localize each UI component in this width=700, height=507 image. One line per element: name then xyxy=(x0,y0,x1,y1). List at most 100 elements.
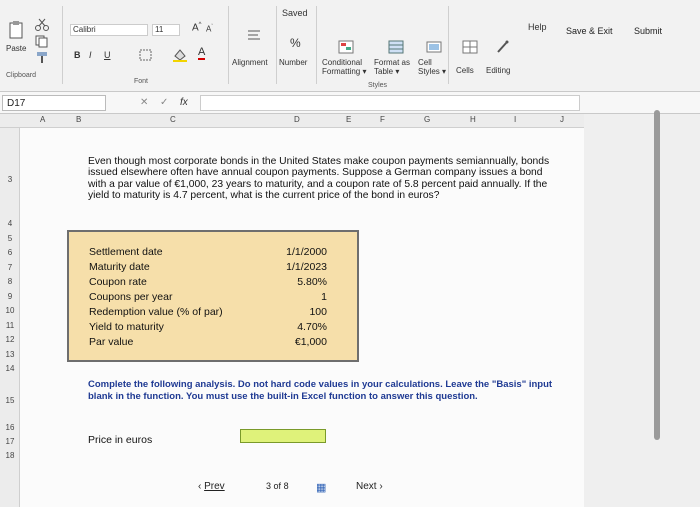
format-as-table-button[interactable]: Format as Table ▾ xyxy=(374,58,410,76)
enter-icon[interactable]: ✓ xyxy=(160,97,168,108)
format-painter-icon[interactable] xyxy=(34,50,50,64)
worksheet-grid[interactable]: A B C D E F G H I J 3 4 5 6 7 8 9 10 11 … xyxy=(0,114,584,507)
input-label: Settlement date xyxy=(89,246,163,258)
row-header[interactable]: 12 xyxy=(0,335,20,344)
formula-bar: D17 ✕ ✓ fx xyxy=(0,92,700,114)
price-answer-cell[interactable] xyxy=(240,429,326,443)
col-header-d[interactable]: D xyxy=(294,115,300,124)
instruction-text: Complete the following analysis. Do not … xyxy=(88,379,553,402)
input-value[interactable]: 5.80% xyxy=(297,276,327,288)
number-button[interactable]: Number xyxy=(279,58,307,67)
input-value[interactable]: €1,000 xyxy=(295,336,327,348)
col-header-g[interactable]: G xyxy=(424,115,430,124)
clipboard-group-label: Clipboard xyxy=(6,72,36,79)
cell-styles-icon[interactable] xyxy=(426,40,442,54)
row-header[interactable]: 8 xyxy=(0,277,20,286)
input-value[interactable]: 1/1/2023 xyxy=(286,261,327,273)
row-header[interactable]: 9 xyxy=(0,292,20,301)
row-header[interactable]: 16 xyxy=(0,423,20,432)
cancel-icon[interactable]: ✕ xyxy=(140,97,148,108)
price-label: Price in euros xyxy=(88,434,153,446)
row-header[interactable]: 17 xyxy=(0,437,20,446)
paste-button-label[interactable]: Paste xyxy=(6,44,26,53)
assignment-toolbar: Save & Exit Submit xyxy=(560,0,700,92)
col-header-f[interactable]: F xyxy=(380,115,385,124)
col-header-i[interactable]: I xyxy=(514,115,516,124)
cells-button[interactable]: Cells xyxy=(456,66,474,75)
column-headers: A B C D E F G H I J xyxy=(0,114,584,128)
conditional-formatting-icon[interactable] xyxy=(338,40,354,54)
col-header-h[interactable]: H xyxy=(470,115,476,124)
input-value[interactable]: 100 xyxy=(309,306,327,318)
editing-button[interactable]: Editing xyxy=(486,66,510,75)
row-header[interactable]: 6 xyxy=(0,248,20,257)
question-text: Even though most corporate bonds in the … xyxy=(88,156,550,202)
insert-function-icon[interactable]: fx xyxy=(180,97,188,108)
increase-font-icon[interactable]: A^ xyxy=(192,22,202,33)
vertical-scrollbar[interactable] xyxy=(654,110,660,440)
cut-icon[interactable] xyxy=(34,18,50,32)
chevron-right-icon: › xyxy=(376,481,383,492)
row-header[interactable]: 10 xyxy=(0,306,20,315)
cells-icon[interactable] xyxy=(462,40,478,54)
ribbon: Saved Paste Clipboard Calibri 11 A^ Aˇ B… xyxy=(0,0,560,92)
row-header[interactable]: 15 xyxy=(0,396,20,405)
input-label: Coupon rate xyxy=(89,276,147,288)
row-header[interactable]: 3 xyxy=(0,175,20,184)
font-group-label: Font xyxy=(134,78,149,85)
col-header-e[interactable]: E xyxy=(346,115,351,124)
row-header[interactable]: 11 xyxy=(0,321,20,330)
input-label: Redemption value (% of par) xyxy=(89,306,223,318)
row-header[interactable]: 18 xyxy=(0,451,20,460)
row-header[interactable]: 13 xyxy=(0,350,20,359)
side-panel xyxy=(584,114,700,507)
fill-color-icon[interactable] xyxy=(172,48,188,62)
question-navigation: ‹ Prev 3 of 8 ▦ Next › xyxy=(170,477,430,497)
borders-icon[interactable] xyxy=(138,48,154,62)
alignment-button[interactable]: Alignment xyxy=(232,58,268,67)
col-header-b[interactable]: B xyxy=(76,115,81,124)
help-tab[interactable]: Help xyxy=(528,22,547,32)
input-label: Par value xyxy=(89,336,134,348)
page-indicator: 3 of 8 xyxy=(266,481,289,491)
alignment-icon[interactable] xyxy=(246,28,262,42)
styles-group-label: Styles xyxy=(368,82,388,89)
input-value[interactable]: 1 xyxy=(321,291,327,303)
row-header[interactable]: 7 xyxy=(0,263,20,272)
font-name-select[interactable]: Calibri xyxy=(70,24,148,36)
prev-button[interactable]: ‹ Prev xyxy=(198,481,225,492)
copy-icon[interactable] xyxy=(34,34,50,48)
grid-view-icon[interactable]: ▦ xyxy=(316,481,326,494)
italic-button[interactable]: I xyxy=(89,50,92,60)
conditional-formatting-button[interactable]: Conditional Formatting ▾ xyxy=(322,58,366,76)
underline-button[interactable]: U xyxy=(104,50,111,60)
excel-window: Saved Paste Clipboard Calibri 11 A^ Aˇ B… xyxy=(0,0,700,507)
row-header[interactable]: 5 xyxy=(0,234,20,243)
font-color-icon[interactable]: A xyxy=(198,46,206,60)
col-header-a[interactable]: A xyxy=(40,115,45,124)
saved-status: Saved xyxy=(282,8,308,18)
col-header-j[interactable]: J xyxy=(560,115,564,124)
next-button[interactable]: Next › xyxy=(356,481,383,492)
name-box[interactable]: D17 xyxy=(2,95,106,111)
font-size-select[interactable]: 11 xyxy=(152,24,180,36)
format-as-table-icon[interactable] xyxy=(388,40,404,54)
input-value[interactable]: 1/1/2000 xyxy=(286,246,327,258)
row-header[interactable]: 4 xyxy=(0,219,20,228)
input-data-box: Settlement date 1/1/2000 Maturity date 1… xyxy=(67,230,359,362)
cell-styles-button[interactable]: Cell Styles ▾ xyxy=(418,58,446,76)
decrease-font-icon[interactable]: Aˇ xyxy=(206,24,213,34)
save-exit-button[interactable]: Save & Exit xyxy=(566,26,613,36)
row-headers: 3 4 5 6 7 8 9 10 11 12 13 14 15 16 17 18 xyxy=(0,128,20,507)
paste-icon[interactable] xyxy=(8,20,26,40)
col-header-c[interactable]: C xyxy=(170,115,176,124)
bold-button[interactable]: B xyxy=(74,50,81,60)
input-label: Yield to maturity xyxy=(89,321,164,333)
input-label: Maturity date xyxy=(89,261,150,273)
input-value[interactable]: 4.70% xyxy=(297,321,327,333)
percent-icon[interactable]: % xyxy=(290,36,301,50)
row-header[interactable]: 14 xyxy=(0,364,20,373)
submit-button[interactable]: Submit xyxy=(634,26,662,36)
editing-icon[interactable] xyxy=(495,40,511,54)
formula-input[interactable] xyxy=(200,95,580,111)
